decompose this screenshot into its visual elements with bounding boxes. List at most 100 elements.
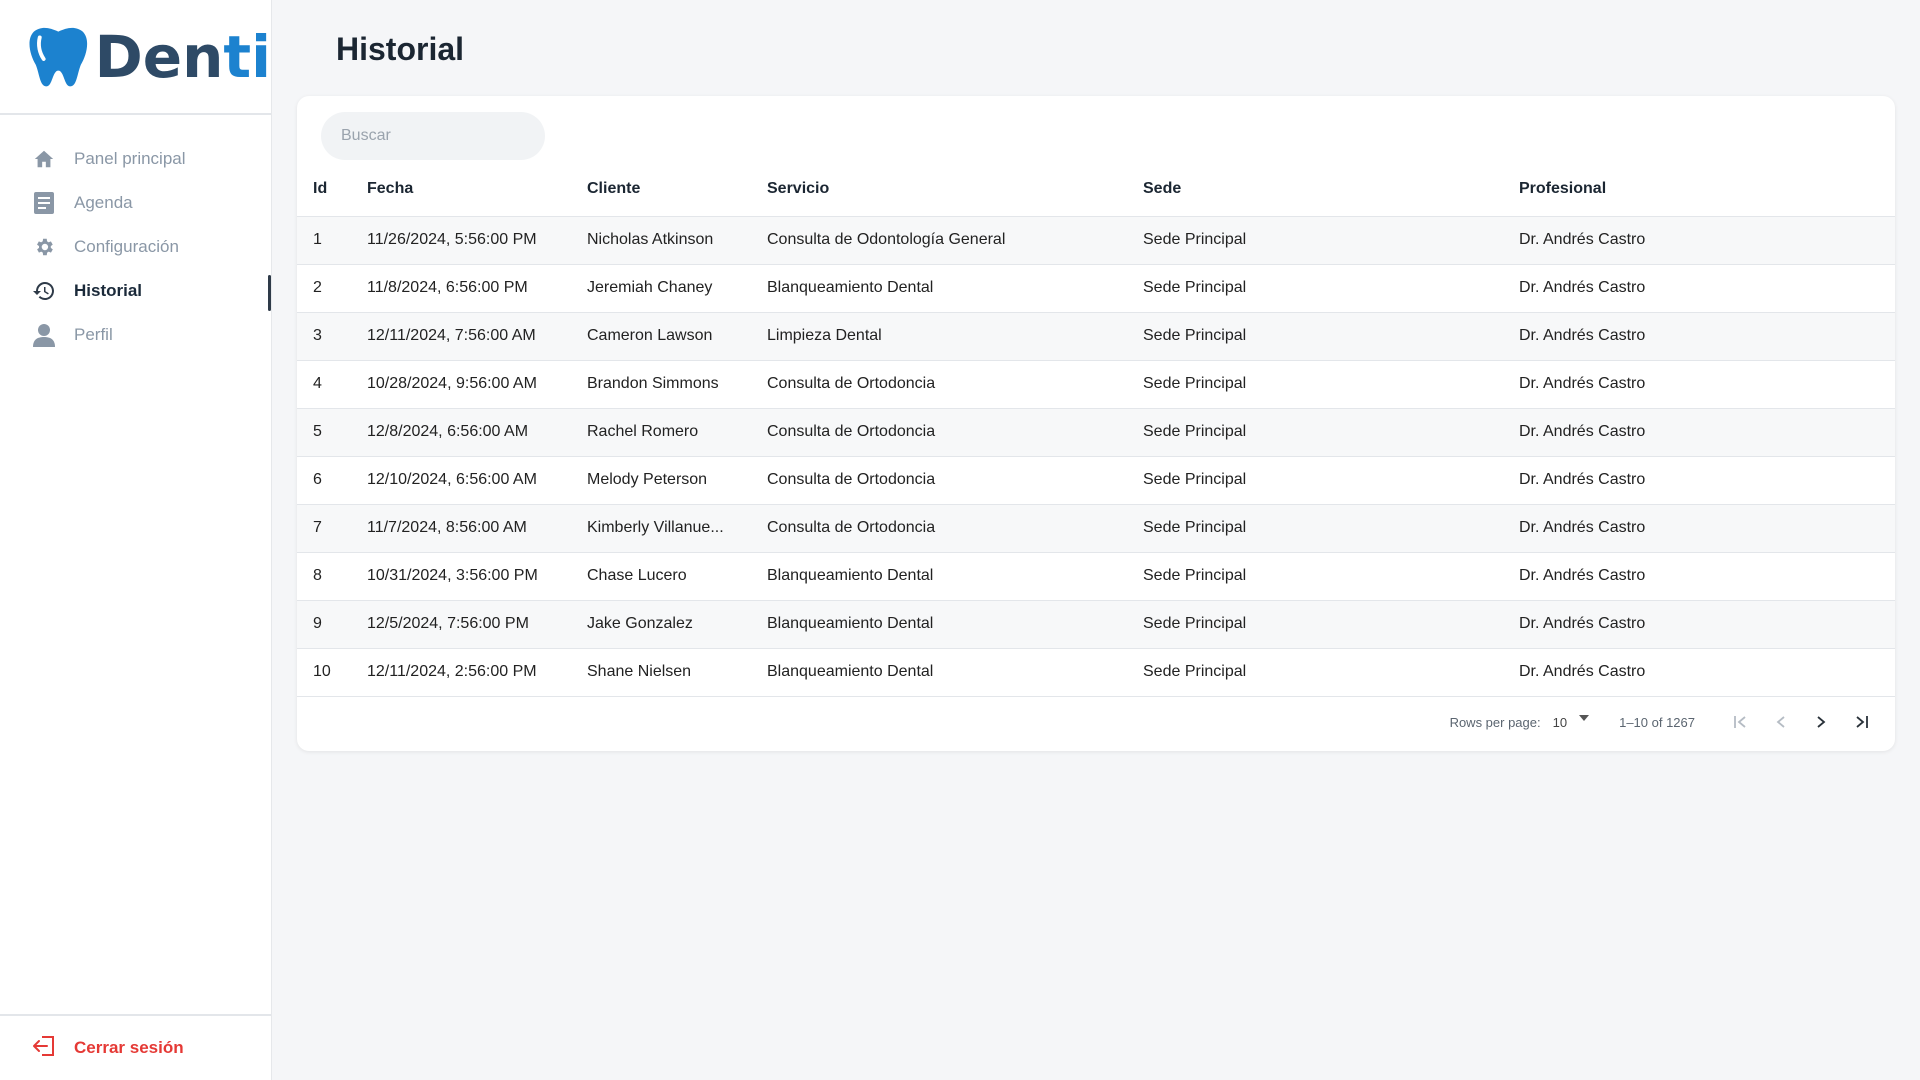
first-page-button[interactable] — [1721, 702, 1761, 742]
table-row[interactable]: 4 10/28/2024, 9:56:00 AM Brandon Simmons… — [297, 360, 1895, 409]
cell-profesional: Dr. Andrés Castro — [1519, 504, 1895, 553]
column-header-id[interactable]: Id — [297, 174, 367, 217]
cell-profesional: Dr. Andrés Castro — [1519, 552, 1895, 601]
pagination-range: 1–10 of 1267 — [1619, 714, 1695, 730]
brand-name-part1: Den — [94, 22, 224, 91]
cell-cliente: Kimberly Villanue... — [587, 504, 767, 553]
cell-id: 10 — [297, 648, 367, 697]
cell-servicio: Consulta de Ortodoncia — [767, 456, 1143, 505]
page-title: Historial — [336, 31, 465, 67]
table-row[interactable]: 3 12/11/2024, 7:56:00 AM Cameron Lawson … — [297, 312, 1895, 361]
cell-profesional: Dr. Andrés Castro — [1519, 312, 1895, 361]
sidebar-item-agenda[interactable]: Agenda — [0, 181, 271, 225]
cell-profesional: Dr. Andrés Castro — [1519, 216, 1895, 265]
table-header-row: Id Fecha Cliente Servicio Sede Profesion… — [297, 174, 1895, 217]
cell-fecha: 11/8/2024, 6:56:00 PM — [367, 264, 587, 313]
cell-cliente: Chase Lucero — [587, 552, 767, 601]
sidebar-item-configuracion[interactable]: Configuración — [0, 225, 271, 269]
table-row[interactable]: 6 12/10/2024, 6:56:00 AM Melody Peterson… — [297, 456, 1895, 505]
home-icon — [32, 147, 56, 171]
cell-sede: Sede Principal — [1143, 504, 1519, 553]
cell-profesional: Dr. Andrés Castro — [1519, 408, 1895, 457]
cell-sede: Sede Principal — [1143, 552, 1519, 601]
cell-fecha: 12/10/2024, 6:56:00 AM — [367, 456, 587, 505]
cell-profesional: Dr. Andrés Castro — [1519, 648, 1895, 697]
cell-servicio: Blanqueamiento Dental — [767, 600, 1143, 649]
sidebar-item-label: Perfil — [74, 325, 113, 344]
cell-cliente: Shane Nielsen — [587, 648, 767, 697]
logout-label: Cerrar sesión — [74, 1038, 184, 1057]
chevron-right-icon — [1817, 716, 1826, 728]
column-header-profesional[interactable]: Profesional — [1519, 174, 1895, 217]
sidebar-item-label: Historial — [74, 281, 143, 300]
cell-id: 6 — [297, 456, 367, 505]
cell-sede: Sede Principal — [1143, 360, 1519, 409]
previous-page-button[interactable] — [1761, 702, 1801, 742]
logout-icon — [32, 1035, 56, 1062]
cell-fecha: 12/11/2024, 2:56:00 PM — [367, 648, 587, 697]
brand-name: Denti — [95, 28, 271, 86]
cell-sede: Sede Principal — [1143, 600, 1519, 649]
cell-cliente: Jeremiah Chaney — [587, 264, 767, 313]
table-row[interactable]: 10 12/11/2024, 2:56:00 PM Shane Nielsen … — [297, 648, 1895, 697]
cell-profesional: Dr. Andrés Castro — [1519, 264, 1895, 313]
history-icon — [32, 279, 56, 303]
cell-cliente: Rachel Romero — [587, 408, 767, 457]
cell-fecha: 12/8/2024, 6:56:00 AM — [367, 408, 587, 457]
cell-servicio: Consulta de Ortodoncia — [767, 408, 1143, 457]
cell-profesional: Dr. Andrés Castro — [1519, 456, 1895, 505]
cell-cliente: Brandon Simmons — [587, 360, 767, 409]
cell-cliente: Nicholas Atkinson — [587, 216, 767, 265]
first-page-icon — [1734, 716, 1746, 728]
table-row[interactable]: 7 11/7/2024, 8:56:00 AM Kimberly Villanu… — [297, 504, 1895, 553]
cell-servicio: Consulta de Odontología General — [767, 216, 1143, 265]
sidebar: Denti Panel principal Agenda Configuraci… — [0, 0, 272, 1080]
next-page-button[interactable] — [1801, 702, 1841, 742]
cell-cliente: Jake Gonzalez — [587, 600, 767, 649]
history-card: Id Fecha Cliente Servicio Sede Profesion… — [297, 96, 1895, 751]
column-header-servicio[interactable]: Servicio — [767, 174, 1143, 217]
book-icon — [32, 191, 56, 215]
cell-fecha: 10/31/2024, 3:56:00 PM — [367, 552, 587, 601]
column-header-cliente[interactable]: Cliente — [587, 174, 767, 217]
sidebar-item-perfil[interactable]: Perfil — [0, 313, 271, 357]
cell-id: 4 — [297, 360, 367, 409]
sidebar-item-label: Configuración — [74, 237, 179, 256]
last-page-icon — [1856, 716, 1868, 728]
table-row[interactable]: 8 10/31/2024, 3:56:00 PM Chase Lucero Bl… — [297, 552, 1895, 601]
cell-profesional: Dr. Andrés Castro — [1519, 600, 1895, 649]
cell-fecha: 11/26/2024, 5:56:00 PM — [367, 216, 587, 265]
rows-per-page-value: 10 — [1552, 714, 1568, 730]
cell-id: 7 — [297, 504, 367, 553]
gear-icon — [32, 235, 56, 259]
app-root: Denti Panel principal Agenda Configuraci… — [0, 0, 1920, 1080]
last-page-button[interactable] — [1841, 702, 1881, 742]
logout-button[interactable]: Cerrar sesión — [0, 1014, 271, 1080]
cell-sede: Sede Principal — [1143, 216, 1519, 265]
search-input[interactable] — [321, 112, 545, 160]
table-row[interactable]: 2 11/8/2024, 6:56:00 PM Jeremiah Chaney … — [297, 264, 1895, 313]
rows-per-page-select[interactable]: 10 — [1552, 714, 1590, 730]
tooth-logo-icon — [29, 27, 88, 86]
cell-id: 5 — [297, 408, 367, 457]
cell-fecha: 11/7/2024, 8:56:00 AM — [367, 504, 587, 553]
cell-id: 8 — [297, 552, 367, 601]
cell-id: 9 — [297, 600, 367, 649]
cell-id: 1 — [297, 216, 367, 265]
table-pagination: Rows per page: 10 1–10 of 1267 — [297, 693, 1895, 751]
cell-sede: Sede Principal — [1143, 264, 1519, 313]
column-header-sede[interactable]: Sede — [1143, 174, 1519, 217]
cell-fecha: 10/28/2024, 9:56:00 AM — [367, 360, 587, 409]
cell-id: 2 — [297, 264, 367, 313]
sidebar-item-historial[interactable]: Historial — [0, 269, 271, 313]
history-table: Id Fecha Cliente Servicio Sede Profesion… — [297, 174, 1895, 697]
cell-sede: Sede Principal — [1143, 408, 1519, 457]
cell-sede: Sede Principal — [1143, 312, 1519, 361]
table-row[interactable]: 9 12/5/2024, 7:56:00 PM Jake Gonzalez Bl… — [297, 600, 1895, 649]
sidebar-nav: Panel principal Agenda Configuración His… — [0, 115, 271, 357]
column-header-fecha[interactable]: Fecha — [367, 174, 587, 217]
sidebar-item-panel-principal[interactable]: Panel principal — [0, 137, 271, 181]
brand-logo[interactable]: Denti — [0, 0, 271, 115]
table-row[interactable]: 1 11/26/2024, 5:56:00 PM Nicholas Atkins… — [297, 216, 1895, 265]
table-row[interactable]: 5 12/8/2024, 6:56:00 AM Rachel Romero Co… — [297, 408, 1895, 457]
